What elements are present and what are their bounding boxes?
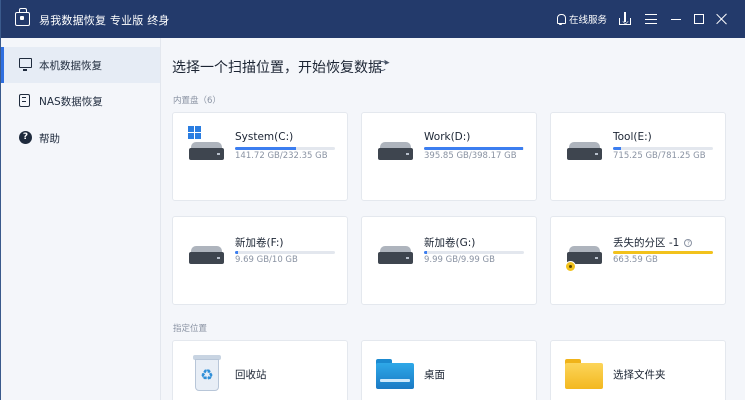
drive-usage-bar: [613, 251, 713, 254]
hard-drive-icon: [567, 142, 602, 164]
location-name: 桌面: [424, 369, 445, 381]
location-name: 选择文件夹: [613, 369, 666, 381]
sidebar-item-label: 本机数据恢复: [39, 59, 102, 72]
drive-name: 新加卷(F:): [235, 237, 284, 249]
title-bar: 易我数据恢复 专业版 终身 在线服务: [1, 0, 745, 38]
drive-usage-bar: [235, 147, 335, 150]
recycle-bin-icon: ♻: [193, 355, 221, 391]
drive-size: 715.25 GB/781.25 GB: [613, 151, 706, 161]
help-icon[interactable]: ?: [684, 239, 693, 247]
minimize-button[interactable]: [666, 9, 686, 29]
nas-icon: [19, 94, 30, 107]
sidebar-item-label: NAS数据恢复: [39, 95, 103, 108]
drive-name: 新加卷(G:): [424, 237, 476, 249]
drive-size: 9.99 GB/9.99 GB: [424, 255, 495, 265]
drive-card-f[interactable]: 新加卷(F:) 9.69 GB/10 GB: [172, 216, 348, 305]
app-window: 易我数据恢复 专业版 终身 在线服务 本机数据恢复 NAS数据恢复 ? 帮助 选…: [0, 0, 745, 400]
desktop-folder-icon: [376, 359, 414, 389]
location-name: 回收站: [235, 369, 267, 381]
drive-card-c[interactable]: System(C:) 141.72 GB/232.35 GB: [172, 112, 348, 201]
sidebar: 本机数据恢复 NAS数据恢复 ? 帮助: [1, 38, 161, 400]
location-card-desktop[interactable]: 桌面: [361, 340, 537, 400]
drive-card-lost-partition[interactable]: 丢失的分区 -1? 663.59 GB: [550, 216, 726, 305]
warning-icon: [565, 261, 576, 272]
hard-drive-icon: [378, 246, 413, 268]
computer-icon: [19, 58, 32, 71]
main-panel: 选择一个扫描位置，开始恢复数据 内置盘（6） System(C:) 141.72…: [161, 38, 745, 400]
online-service-button[interactable]: 在线服务: [556, 12, 607, 26]
location-card-recycle-bin[interactable]: ♻ 回收站: [172, 340, 348, 400]
drive-size: 663.59 GB: [613, 255, 658, 265]
maximize-button[interactable]: [689, 9, 709, 29]
hard-drive-icon: [189, 142, 224, 164]
drive-card-d[interactable]: Work(D:) 395.85 GB/398.17 GB: [361, 112, 537, 201]
app-logo-icon: [15, 8, 30, 26]
drive-name: System(C:): [235, 131, 294, 143]
drive-size: 141.72 GB/232.35 GB: [235, 151, 328, 161]
sidebar-item-nas-recovery[interactable]: NAS数据恢复: [1, 83, 160, 119]
sidebar-item-label: 帮助: [39, 132, 60, 145]
help-icon: ?: [19, 131, 32, 144]
drive-card-e[interactable]: Tool(E:) 715.25 GB/781.25 GB: [550, 112, 726, 201]
drive-usage-bar: [235, 251, 335, 254]
hard-drive-icon: [378, 142, 413, 164]
online-service-label: 在线服务: [569, 15, 608, 26]
sidebar-item-local-recovery[interactable]: 本机数据恢复: [1, 47, 160, 83]
drive-usage-bar: [424, 147, 524, 150]
drive-card-g[interactable]: 新加卷(G:) 9.99 GB/9.99 GB: [361, 216, 537, 305]
menu-button[interactable]: [641, 9, 661, 29]
app-title: 易我数据恢复 专业版 终身: [39, 14, 170, 27]
location-card-select-folder[interactable]: 选择文件夹: [550, 340, 726, 400]
windows-icon: [188, 126, 202, 140]
page-title: 选择一个扫描位置，开始恢复数据: [172, 60, 382, 76]
drive-name: Work(D:): [424, 131, 471, 143]
bell-icon: [556, 13, 566, 25]
hard-drive-icon: [189, 246, 224, 268]
close-button[interactable]: [712, 9, 732, 29]
drive-usage-bar: [424, 251, 524, 254]
drive-size: 395.85 GB/398.17 GB: [424, 151, 517, 161]
locations-section-label: 指定位置: [173, 324, 208, 334]
drive-size: 9.69 GB/10 GB: [235, 255, 298, 265]
sidebar-item-help[interactable]: ? 帮助: [1, 120, 160, 156]
drives-section-label: 内置盘（6）: [173, 96, 221, 106]
export-button[interactable]: [615, 9, 635, 29]
folder-icon: [565, 359, 603, 389]
refresh-icon[interactable]: [377, 61, 387, 71]
drive-name: Tool(E:): [613, 131, 652, 143]
drive-name: 丢失的分区 -1?: [613, 235, 693, 250]
drive-usage-bar: [613, 147, 713, 150]
